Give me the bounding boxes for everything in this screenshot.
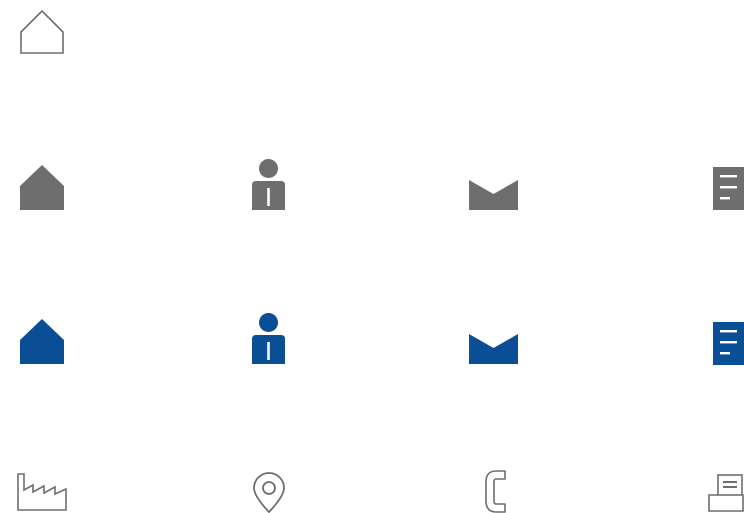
person-icon (252, 313, 285, 364)
home-icon (20, 165, 64, 210)
home-icon (20, 319, 64, 364)
phone-icon (484, 470, 508, 513)
document-icon (713, 322, 744, 365)
person-icon (252, 159, 285, 210)
fax-icon (708, 474, 744, 512)
factory-icon (17, 473, 67, 511)
document-icon (713, 167, 744, 210)
mail-icon (469, 334, 518, 364)
home-outline-icon (20, 9, 64, 54)
mail-icon (469, 180, 518, 210)
location-pin-icon (252, 471, 286, 513)
